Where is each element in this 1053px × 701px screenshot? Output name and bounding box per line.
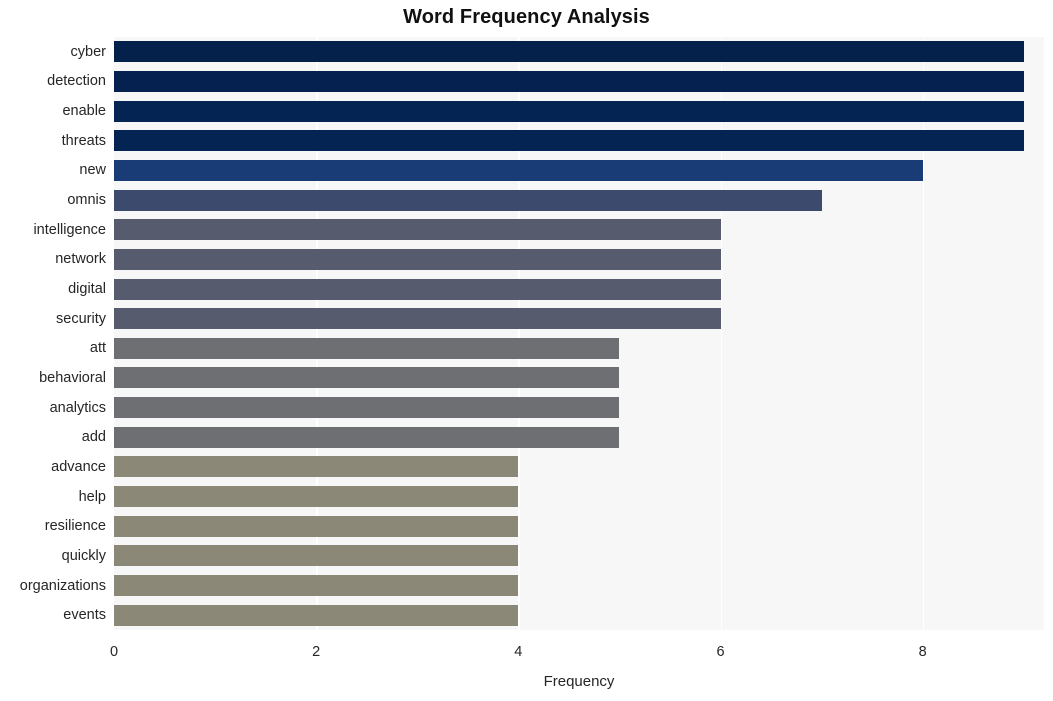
bar bbox=[114, 456, 519, 478]
y-tick-label: organizations bbox=[19, 577, 106, 594]
bar bbox=[114, 130, 1024, 152]
bar bbox=[114, 100, 1024, 122]
plot-area bbox=[114, 37, 1044, 630]
bar bbox=[114, 248, 721, 270]
bar bbox=[114, 575, 519, 597]
x-tick-label: 4 bbox=[514, 644, 523, 660]
y-tick-label: detection bbox=[47, 73, 106, 90]
chart-title: Word Frequency Analysis bbox=[403, 6, 650, 28]
y-tick-label: add bbox=[81, 429, 106, 446]
y-tick-label: resilience bbox=[44, 518, 106, 535]
bar bbox=[114, 486, 519, 508]
y-tick-label: security bbox=[56, 310, 106, 327]
y-tick-label: behavioral bbox=[39, 369, 106, 386]
bar bbox=[114, 70, 1024, 92]
bar bbox=[114, 308, 721, 330]
x-axis-label: Frequency bbox=[543, 673, 615, 690]
y-tick-label: analytics bbox=[49, 399, 106, 416]
x-axis-tick-labels: 0 2 4 6 8 bbox=[0, 644, 1053, 668]
bar bbox=[114, 189, 822, 211]
bar bbox=[114, 278, 721, 300]
bar-series bbox=[114, 37, 1044, 630]
bar bbox=[114, 604, 519, 626]
bar bbox=[114, 159, 923, 181]
bar bbox=[114, 41, 1024, 63]
x-tick-label: 6 bbox=[716, 644, 725, 660]
y-tick-label: advance bbox=[51, 458, 106, 475]
y-axis-tick-labels: cyber detection enable threats new omnis intel… bbox=[0, 37, 106, 630]
y-tick-label: omnis bbox=[67, 192, 106, 209]
y-tick-label: quickly bbox=[61, 547, 106, 564]
y-tick-label: intelligence bbox=[33, 221, 106, 238]
y-tick-label: threats bbox=[61, 132, 106, 149]
y-tick-label: help bbox=[78, 488, 106, 505]
y-tick-label: cyber bbox=[70, 43, 106, 60]
x-tick-label: 2 bbox=[312, 644, 321, 660]
bar bbox=[114, 426, 620, 448]
bar bbox=[114, 397, 620, 419]
y-tick-label: att bbox=[89, 340, 106, 357]
bar bbox=[114, 545, 519, 567]
y-tick-label: events bbox=[63, 607, 106, 624]
y-tick-label: digital bbox=[68, 281, 106, 298]
y-tick-label: enable bbox=[62, 103, 106, 120]
chart-figure: Word Frequency Analysis cyber detection en… bbox=[0, 0, 1053, 701]
y-tick-label: new bbox=[79, 162, 106, 179]
y-tick-label: network bbox=[55, 251, 106, 268]
bar bbox=[114, 337, 620, 359]
bar bbox=[114, 219, 721, 241]
bar bbox=[114, 515, 519, 537]
bar bbox=[114, 367, 620, 389]
x-tick-label: 0 bbox=[109, 644, 119, 660]
x-tick-label: 8 bbox=[918, 644, 927, 660]
